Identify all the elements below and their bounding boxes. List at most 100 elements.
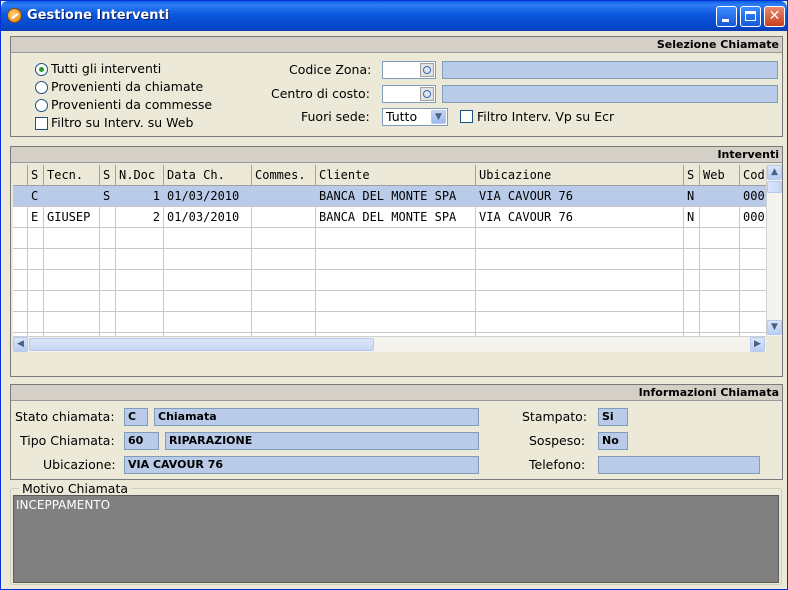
radio-tutti-label: Tutti gli interventi (51, 61, 162, 76)
radio-tutti[interactable] (35, 63, 48, 76)
motivo-legend: Motivo Chiamata (19, 481, 132, 496)
fuori-sede-label: Fuori sede: (301, 109, 370, 124)
col-cliente[interactable]: Cliente (316, 165, 476, 186)
cell (700, 186, 740, 206)
grid-header-row: S Tecn. S N.Doc Data Ch. Commes. Cliente… (13, 165, 782, 186)
col-tecn[interactable]: Tecn. (44, 165, 100, 186)
radio-chiamate-label: Provenienti da chiamate (51, 79, 204, 94)
empty-cell (316, 249, 476, 269)
table-row[interactable]: C S 1 01/03/2010 BANCA DEL MONTE SPA VIA… (13, 186, 782, 207)
scroll-down-icon[interactable]: ▼ (767, 320, 782, 335)
empty-cell (684, 270, 700, 290)
empty-cell (28, 249, 44, 269)
empty-cell (28, 270, 44, 290)
vertical-scroll-thumb[interactable] (767, 181, 782, 193)
empty-cell (316, 270, 476, 290)
ubicazione-label: Ubicazione: (43, 457, 116, 472)
empty-cell (116, 312, 164, 332)
centro-costo-input[interactable] (382, 85, 436, 103)
empty-cell (28, 228, 44, 248)
empty-cell (164, 291, 252, 311)
empty-cell (316, 228, 476, 248)
empty-cell (13, 228, 28, 248)
col-ndoc[interactable]: N.Doc (116, 165, 164, 186)
col-commes[interactable]: Commes. (252, 165, 316, 186)
col-data[interactable]: Data Ch. (164, 165, 252, 186)
empty-cell (252, 291, 316, 311)
empty-cell (684, 249, 700, 269)
col-web[interactable]: Web (700, 165, 740, 186)
scroll-up-icon[interactable]: ▲ (767, 165, 782, 180)
close-button[interactable]: ✕ (764, 6, 785, 27)
maximize-button[interactable] (740, 6, 761, 27)
interventi-grid[interactable]: S Tecn. S N.Doc Data Ch. Commes. Cliente… (13, 165, 782, 336)
empty-cell (13, 249, 28, 269)
horizontal-scrollbar[interactable]: ◀ ▶ (13, 336, 766, 352)
radio-commesse[interactable] (35, 99, 48, 112)
empty-cell (252, 249, 316, 269)
maximize-icon (745, 11, 756, 21)
empty-row[interactable] (13, 312, 782, 333)
title-bar[interactable]: Gestione Interventi ✕ (1, 1, 787, 31)
radio-chiamate[interactable] (35, 81, 48, 94)
empty-row[interactable] (13, 270, 782, 291)
empty-row[interactable] (13, 249, 782, 270)
col-ubicazione[interactable]: Ubicazione (476, 165, 684, 186)
scroll-left-icon[interactable]: ◀ (13, 337, 28, 352)
selezione-panel: Selezione Chiamate Tutti gli interventi … (10, 36, 783, 137)
empty-cell (13, 270, 28, 290)
codice-zona-label: Codice Zona: (289, 62, 372, 77)
scroll-right-icon[interactable]: ▶ (750, 337, 765, 352)
empty-cell (44, 228, 100, 248)
filtro-web-checkbox[interactable] (35, 117, 48, 130)
empty-cell (100, 291, 116, 311)
filtro-vp-checkbox[interactable] (460, 110, 473, 123)
empty-row[interactable] (13, 228, 782, 249)
minimize-icon (722, 19, 729, 22)
cell (100, 207, 116, 227)
chevron-down-icon[interactable]: ▼ (431, 110, 446, 124)
col-indicator (13, 165, 28, 186)
cell: GIUSEP (44, 207, 100, 227)
app-icon (7, 8, 22, 23)
col-s3[interactable]: S (684, 165, 700, 186)
cell: VIA CAVOUR 76 (476, 207, 684, 227)
col-s2[interactable]: S (100, 165, 116, 186)
lookup-icon[interactable] (420, 87, 434, 101)
telefono-label: Telefono: (529, 457, 586, 472)
vertical-scrollbar[interactable]: ▲ ▼ (766, 165, 782, 336)
stato-desc: Chiamata (154, 408, 479, 426)
empty-cell (44, 249, 100, 269)
cell: 01/03/2010 (164, 186, 252, 206)
empty-cell (252, 228, 316, 248)
empty-cell (28, 291, 44, 311)
horizontal-scroll-thumb[interactable] (29, 338, 374, 351)
lookup-icon[interactable] (420, 63, 434, 77)
empty-cell (164, 312, 252, 332)
cell: VIA CAVOUR 76 (476, 186, 684, 206)
stato-label: Stato chiamata: (15, 409, 115, 424)
cell (252, 207, 316, 227)
stampato-label: Stampato: (522, 409, 588, 424)
interventi-header: Interventi (11, 147, 782, 163)
fuori-sede-select[interactable]: Tutto ▼ (382, 108, 448, 126)
table-row[interactable]: E GIUSEP 2 01/03/2010 BANCA DEL MONTE SP… (13, 207, 782, 228)
sospeso-value: No (598, 432, 628, 450)
empty-cell (252, 270, 316, 290)
empty-cell (100, 312, 116, 332)
row-indicator (13, 207, 28, 227)
ubicazione-value: VIA CAVOUR 76 (124, 456, 479, 474)
motivo-text[interactable]: INCEPPAMENTO (13, 495, 779, 583)
empty-row[interactable] (13, 291, 782, 312)
selezione-header: Selezione Chiamate (11, 37, 782, 53)
empty-cell (100, 228, 116, 248)
cell (252, 186, 316, 206)
minimize-button[interactable] (716, 6, 737, 27)
radio-commesse-label: Provenienti da commesse (51, 97, 213, 112)
empty-cell (164, 249, 252, 269)
scroll-corner (766, 336, 782, 352)
codice-zona-input[interactable] (382, 61, 436, 79)
empty-cell (700, 270, 740, 290)
filtro-vp-label: Filtro Interv. Vp su Ecr (477, 109, 615, 124)
col-s1[interactable]: S (28, 165, 44, 186)
